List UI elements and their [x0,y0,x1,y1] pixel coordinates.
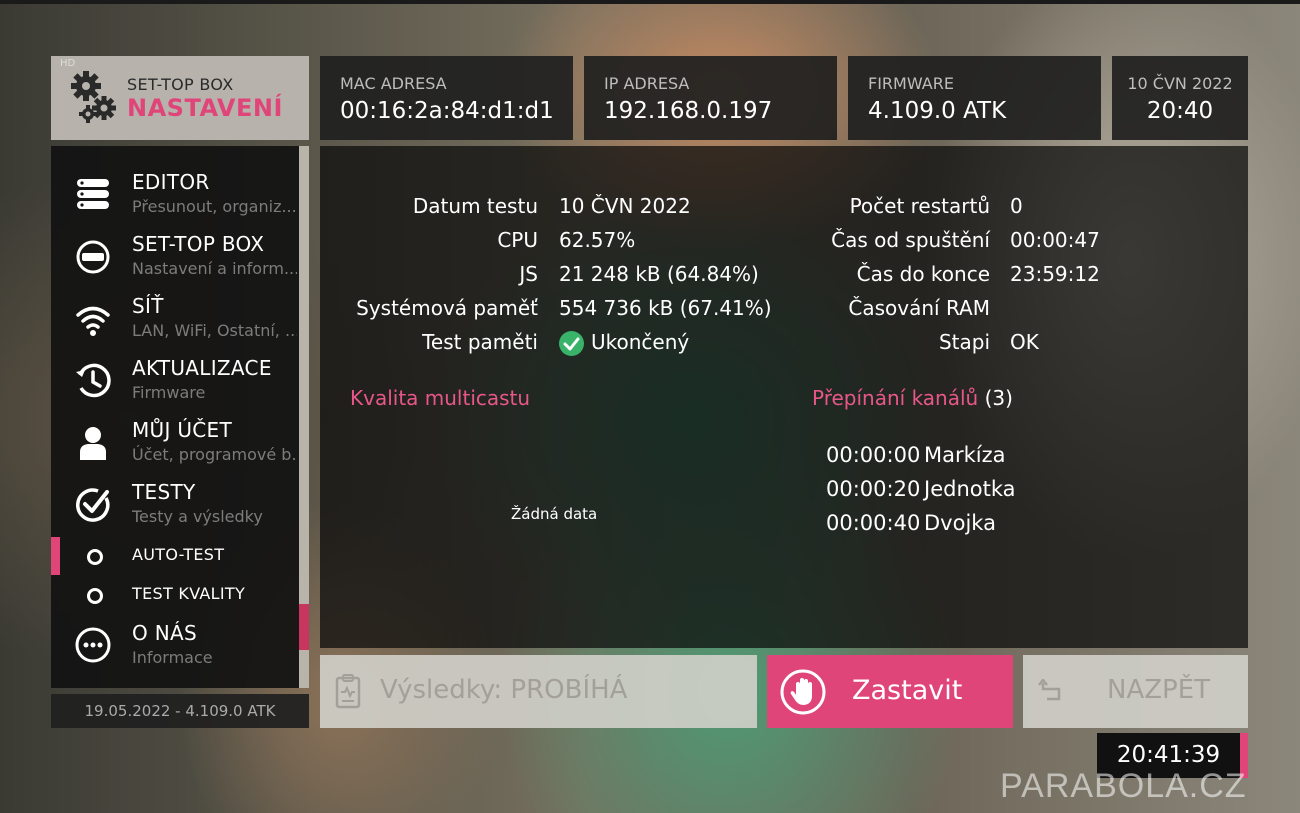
ip-address-box: IP ADRESA 192.168.0.197 [584,56,837,140]
more-icon [75,627,111,663]
sidebar-item-update[interactable]: AKTUALIZACE Firmware [51,352,299,412]
sidebar-item-subtitle: Účet, programové b... [132,445,297,464]
list-icon [77,179,109,209]
stat-label: Čas od spuštění [831,228,990,252]
results-button[interactable]: Výsledky: PROBÍHÁ [320,655,757,728]
firmware-box: FIRMWARE 4.109.0 ATK [848,56,1101,140]
stat-value: 23:59:12 [1010,262,1100,286]
channel-name: Markíza [924,443,1006,467]
stat-label: Časování RAM [848,296,990,320]
clipboard-icon [335,674,361,709]
sidebar-item-subtitle: Testy a výsledky [132,507,263,526]
ip-value: 192.168.0.197 [604,98,773,124]
stat-value: OK [1010,330,1039,354]
stat-label: Čas do konce [856,262,990,286]
brand-title: SET-TOP BOX [127,75,234,94]
update-clock-icon [76,363,111,398]
sidebar-subitem-quality-test[interactable]: TEST KVALITY [51,576,299,614]
stat-value: Ukončený [591,330,690,354]
time-value: 20:40 [1146,98,1214,124]
sidebar-item-title: MŮJ ÚČET [132,418,233,442]
sidebar-subitem-label: AUTO-TEST [132,545,225,564]
sidebar-subitem-label: TEST KVALITY [132,584,246,603]
stop-button-label: Zastavit [852,675,963,706]
sidebar-subitem-auto-test[interactable]: AUTO-TEST [51,537,299,575]
back-button-label: NAZPĚT [1107,675,1211,705]
stat-label: JS [519,262,538,286]
user-icon [80,427,106,460]
back-button[interactable]: NAZPĚT [1023,655,1248,728]
mac-value: 00:16:2a:84:d1:d1 [340,98,554,124]
sidebar-item-network[interactable]: SÍŤ LAN, WiFi, Ostatní, ... [51,290,299,350]
sidebar-item-account[interactable]: MŮJ ÚČET Účet, programové b... [51,414,299,474]
channel-switching-title: Přepínání kanálů (3) [812,386,1013,410]
date-label: 10 ČVN 2022 [1127,74,1233,93]
bullet-icon [87,588,103,604]
sidebar-item-subtitle: Informace [132,648,213,667]
mac-address-box: MAC ADRESA 00:16:2a:84:d1:d1 [320,56,573,140]
build-info: 19.05.2022 - 4.109.0 ATK [51,694,309,728]
hd-badge: HD [60,58,76,69]
sidebar-item-title: SÍŤ [132,294,164,318]
sidebar-item-set-top-box[interactable]: SET-TOP BOX Nastavení a inform... [51,228,299,288]
stat-value: 0 [1010,194,1023,218]
channel-switching-label: Přepínání kanálů [812,386,979,410]
check-success-icon [559,331,584,356]
brand-subtitle: NASTAVENÍ [127,94,283,122]
sidebar-item-title: TESTY [132,480,196,504]
firmware-label: FIRMWARE [868,74,954,93]
sidebar-item-about[interactable]: O NÁS Informace [51,617,299,677]
stat-value: 21 248 kB (64.84%) [559,262,759,286]
stat-value: 554 736 kB (67.41%) [559,296,772,320]
channel-time: 00:00:20 [826,477,921,501]
ip-label: IP ADRESA [604,74,690,93]
stop-button[interactable]: Zastavit [767,655,1013,728]
firmware-value: 4.109.0 ATK [868,98,1007,124]
sidebar-item-title: AKTUALIZACE [132,356,272,380]
sidebar-scrollbar-thumb[interactable] [299,604,309,650]
wifi-icon [76,306,110,336]
stat-value: 62.57% [559,228,636,252]
stat-label: Datum testu [412,194,538,218]
channel-name: Dvojka [924,511,996,535]
channel-switching-count: (3) [984,386,1013,410]
set-top-box-icon [76,240,110,274]
channel-time: 00:00:00 [826,443,921,467]
sidebar-item-subtitle: Přesunout, organiz... [132,197,297,216]
stat-label: Stapi [938,330,990,354]
stat-label: Test paměti [422,330,538,354]
sidebar-item-title: O NÁS [132,621,197,645]
no-data-text: Žádná data [511,505,598,523]
stat-value: 10 ČVN 2022 [559,194,691,218]
results-button-label: Výsledky: PROBÍHÁ [380,675,628,705]
stop-hand-icon [780,669,826,715]
sidebar-item-subtitle: LAN, WiFi, Ostatní, ... [132,321,297,340]
sidebar-item-editor[interactable]: EDITOR Přesunout, organiz... [51,166,299,226]
top-border [0,0,1300,4]
multicast-quality-title: Kvalita multicastu [350,386,531,410]
bullet-icon [87,549,103,565]
stat-label: CPU [497,228,538,252]
stat-value: 00:00:47 [1010,228,1100,252]
settings-gears-icon [71,71,116,123]
active-indicator [51,537,60,575]
datetime-box: 10 ČVN 2022 20:40 [1112,56,1248,140]
stat-label: Systémová paměť [356,296,538,320]
sidebar-item-subtitle: Firmware [132,383,206,402]
channel-name: Jednotka [924,477,1016,501]
mac-label: MAC ADRESA [340,74,447,93]
sidebar-item-title: EDITOR [132,170,210,194]
return-arrow-icon [1038,679,1061,701]
stat-label: Počet restartů [849,194,990,218]
channel-time: 00:00:40 [826,511,921,535]
watermark: PARABOLA.CZ [1000,767,1247,805]
sidebar-item-title: SET-TOP BOX [132,232,265,256]
test-check-icon [76,488,110,522]
sidebar-item-subtitle: Nastavení a inform... [132,259,297,278]
sidebar-item-tests[interactable]: TESTY Testy a výsledky [51,476,299,536]
